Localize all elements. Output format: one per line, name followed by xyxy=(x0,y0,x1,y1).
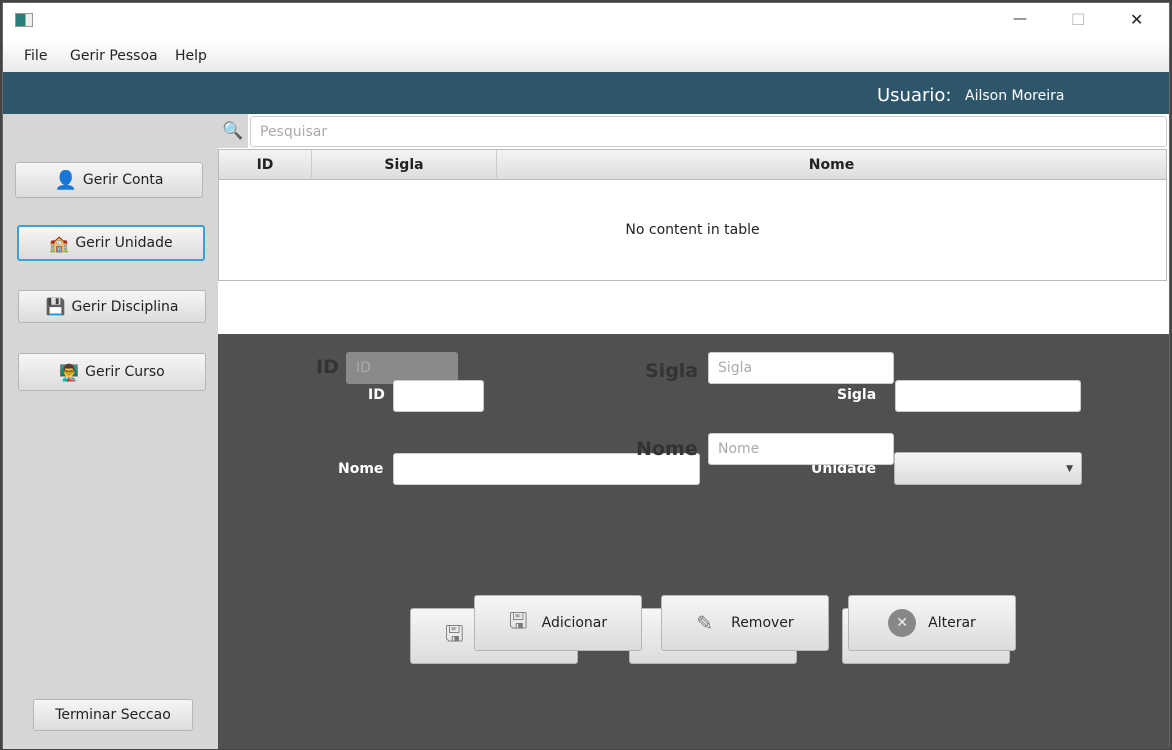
user-gear-icon: 👤 xyxy=(54,169,77,191)
label: Gerir Curso xyxy=(85,364,165,380)
remove-button[interactable]: ✎ Remover xyxy=(661,595,829,651)
edit-icon: ✎ xyxy=(696,611,714,635)
close-button[interactable]: ✕ xyxy=(1130,10,1143,29)
teacher-board-icon: 👨‍🏫 xyxy=(59,362,80,382)
sigla-field[interactable] xyxy=(895,380,1081,412)
edit-button[interactable]: ✕ Alterar xyxy=(848,595,1016,651)
label: Remover xyxy=(731,615,794,631)
label: Alterar xyxy=(928,615,976,631)
label: Gerir Conta xyxy=(82,172,164,188)
form-panel: ID ID Sigla Sigla Nome Unidade Nome ▼ 🖫 … xyxy=(218,334,1169,749)
user-name: Ailson Moreira xyxy=(965,88,1065,104)
sidebar-item-gerir-disciplina[interactable]: 💾 Gerir Disciplina xyxy=(18,290,206,323)
sigla-label: Sigla xyxy=(837,387,877,403)
column-sigla[interactable]: Sigla xyxy=(312,150,497,180)
nome-label-design: Nome xyxy=(636,438,698,460)
menu-gerir-pessoa[interactable]: Gerir Pessoa xyxy=(70,48,158,64)
sigla-label-design: Sigla xyxy=(645,360,699,382)
sidebar-item-gerir-curso[interactable]: 👨‍🏫 Gerir Curso xyxy=(18,353,206,391)
column-id[interactable]: ID xyxy=(219,150,312,180)
add-button[interactable]: 🖫 Adicionar xyxy=(474,595,642,651)
data-table: ID Sigla Nome No content in table xyxy=(218,149,1167,281)
floppy-icon: 💾 xyxy=(45,297,66,316)
sidebar-item-gerir-conta[interactable]: 👤 Gerir Conta xyxy=(15,162,203,198)
id-field[interactable] xyxy=(393,380,484,412)
user-label: Usuario: xyxy=(877,85,952,106)
column-nome[interactable]: Nome xyxy=(497,150,1166,180)
floppy-icon: 🖫 xyxy=(508,609,528,634)
maximize-button[interactable]: ☐ xyxy=(1071,10,1085,29)
nome-label: Nome xyxy=(338,461,384,477)
minimize-button[interactable]: — xyxy=(1013,11,1027,27)
table-header: ID Sigla Nome xyxy=(219,150,1166,180)
cancel-circle-icon: ✕ xyxy=(888,609,917,637)
search-icon: 🔍 xyxy=(218,114,248,148)
nome-field-design[interactable] xyxy=(708,433,894,465)
search-input[interactable] xyxy=(250,116,1167,147)
list-panel: 🔍 ID Sigla Nome No content in table xyxy=(218,114,1169,334)
label: Gerir Disciplina xyxy=(71,298,179,315)
id-label-design: ID xyxy=(316,356,339,378)
menu-help[interactable]: Help xyxy=(175,48,207,64)
label: Adicionar xyxy=(541,615,608,631)
header-bar: Usuario: Ailson Moreira xyxy=(3,72,1169,114)
menu-file[interactable]: File xyxy=(24,48,47,64)
menu-bar: File Gerir Pessoa Help xyxy=(3,41,1169,72)
logout-button[interactable]: Terminar Seccao xyxy=(33,699,193,731)
sidebar-item-gerir-unidade[interactable]: 🏫 Gerir Unidade xyxy=(17,225,205,261)
unidade-select[interactable]: ▼ xyxy=(894,452,1082,485)
table-empty-message: No content in table xyxy=(625,222,760,238)
title-bar: — ☐ ✕ xyxy=(3,3,1169,41)
chevron-down-icon: ▼ xyxy=(1066,463,1073,474)
app-icon xyxy=(15,13,33,27)
app-window: — ☐ ✕ File Gerir Pessoa Help Usuario: Ai… xyxy=(2,2,1170,749)
sidebar: 👤 Gerir Conta 🏫 Gerir Unidade 💾 Gerir Disci… xyxy=(3,114,218,749)
id-label: ID xyxy=(368,387,385,403)
floppy-icon: 🖫 xyxy=(445,622,464,647)
label: Gerir Unidade xyxy=(75,235,173,251)
sigla-field-design[interactable] xyxy=(708,352,894,384)
school-icon: 🏫 xyxy=(49,233,70,253)
